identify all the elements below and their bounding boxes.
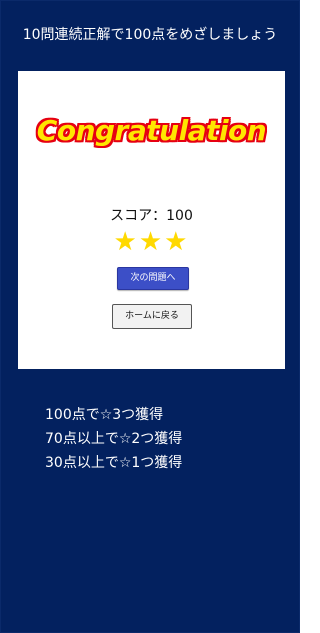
result-card: Congratulation スコア：100 ★★★ 次の問題へ ホームに戻る bbox=[18, 71, 285, 369]
star-icon: ★ bbox=[138, 227, 165, 257]
rule-line: 100点で☆3つ獲得 bbox=[45, 407, 164, 423]
page-title: 10問連続正解で100点をめざしましょう bbox=[22, 27, 278, 43]
star-icon: ★ bbox=[113, 227, 139, 257]
congratulation-banner: Congratulation bbox=[36, 114, 267, 147]
next-question-button[interactable]: 次の問題へ bbox=[117, 267, 189, 290]
app-screen: 10問連続正解で100点をめざしましょう Congratulation スコア：… bbox=[0, 0, 300, 633]
star-rules: 100点で☆3つ獲得 70点以上で☆2つ獲得 30点以上で☆1つ獲得 bbox=[45, 403, 182, 475]
rule-line: 70点以上で☆2つ獲得 bbox=[45, 431, 183, 447]
back-to-home-button[interactable]: ホームに戻る bbox=[112, 304, 192, 329]
score-text: スコア：100 bbox=[110, 208, 193, 224]
star-icon: ★ bbox=[164, 227, 190, 257]
star-rating: ★★★ bbox=[18, 227, 285, 257]
rule-line: 30点以上で☆1つ獲得 bbox=[45, 455, 183, 471]
